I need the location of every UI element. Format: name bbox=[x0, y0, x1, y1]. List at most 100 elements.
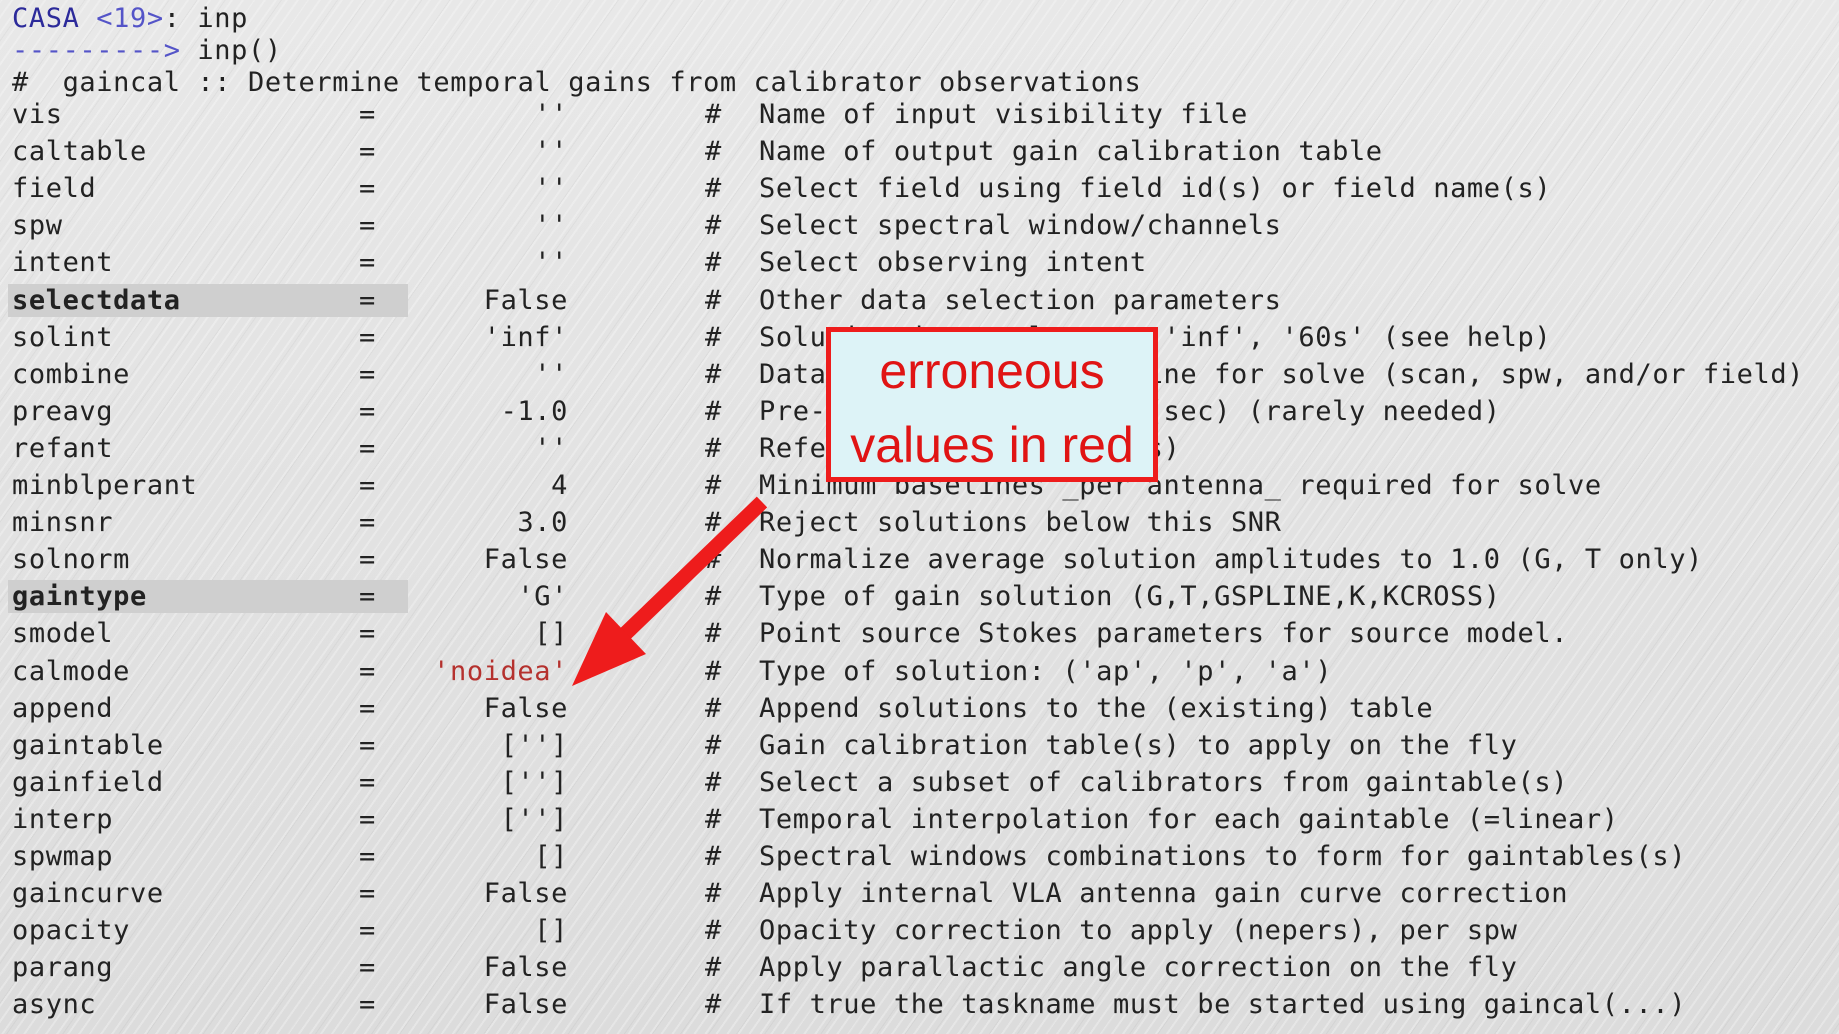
param-row-async: async = False # If true the taskname must be… bbox=[0, 986, 1839, 1023]
param-name: interp bbox=[12, 803, 114, 835]
param-value: False bbox=[483, 284, 568, 316]
param-row-vis: vis = '' # Name of input visibility file bbox=[0, 96, 1839, 133]
param-name: solint bbox=[12, 321, 114, 353]
equals-sign: = bbox=[359, 173, 376, 205]
param-row-interp: interp = [''] # Temporal interpolation for e… bbox=[0, 801, 1839, 838]
param-value: '' bbox=[534, 210, 568, 242]
prompt-count: <19> bbox=[96, 3, 164, 34]
param-row-spw: spw = '' # Select spectral window/channels bbox=[0, 207, 1839, 244]
param-comment: Name of input visibility file bbox=[759, 99, 1248, 130]
comment-hash: # bbox=[705, 432, 722, 464]
param-row-spwmap: spwmap = [] # Spectral windows combinations … bbox=[0, 838, 1839, 875]
comment-hash: # bbox=[705, 766, 722, 798]
param-value: '' bbox=[534, 99, 568, 130]
param-value: False bbox=[483, 692, 568, 724]
param-name: gaintable bbox=[12, 729, 164, 761]
param-value: 'inf' bbox=[483, 321, 568, 353]
param-value: 3.0 bbox=[517, 507, 568, 539]
param-name: caltable bbox=[12, 136, 147, 168]
param-comment: Type of gain solution (G,T,GSPLINE,K,KCR… bbox=[759, 581, 1501, 613]
param-row-smodel: smodel = [] # Point source Stokes parameters… bbox=[0, 615, 1839, 652]
equals-sign: = bbox=[359, 432, 376, 464]
comment-hash: # bbox=[705, 841, 722, 872]
equals-sign: = bbox=[359, 878, 376, 910]
comment-hash: # bbox=[705, 618, 722, 650]
equals-sign: = bbox=[359, 729, 376, 761]
equals-sign: = bbox=[359, 989, 376, 1021]
param-value: False bbox=[483, 544, 568, 576]
param-name: calmode bbox=[12, 655, 130, 687]
equals-sign: = bbox=[359, 210, 376, 242]
param-comment: Name of output gain calibration table bbox=[759, 136, 1383, 168]
param-value: -1.0 bbox=[500, 395, 568, 427]
comment-hash: # bbox=[705, 210, 722, 242]
equals-sign: = bbox=[359, 284, 376, 316]
param-row-append: append = False # Append solutions to the (ex… bbox=[0, 690, 1839, 727]
param-comment: Reject solutions below this SNR bbox=[759, 507, 1282, 539]
comment-hash: # bbox=[705, 470, 722, 501]
equals-sign: = bbox=[359, 395, 376, 427]
comment-hash: # bbox=[705, 878, 722, 910]
continuation-arrow: ---------> bbox=[12, 35, 181, 66]
param-row-gaintype: gaintype = 'G' # Type of gain solution (G,T,… bbox=[0, 578, 1839, 615]
param-value: [''] bbox=[500, 729, 568, 761]
param-name: minblperant bbox=[12, 470, 198, 501]
param-name: async bbox=[12, 989, 97, 1021]
param-name: field bbox=[12, 173, 97, 205]
equals-sign: = bbox=[359, 136, 376, 168]
param-row-minsnr: minsnr = 3.0 # Reject solutions below this S… bbox=[0, 504, 1839, 541]
comment-hash: # bbox=[705, 729, 722, 761]
param-name: gaincurve bbox=[12, 878, 164, 910]
comment-hash: # bbox=[705, 173, 722, 205]
param-comment: Append solutions to the (existing) table bbox=[759, 692, 1434, 724]
param-row-intent: intent = '' # Select observing intent bbox=[0, 244, 1839, 281]
param-row-selectdata: selectdata = False # Other data selection pa… bbox=[0, 282, 1839, 319]
param-comment: Select field using field id(s) or field … bbox=[759, 173, 1552, 205]
param-value: '' bbox=[534, 247, 568, 279]
param-value: 'G' bbox=[517, 581, 568, 613]
param-name: spw bbox=[12, 210, 63, 242]
equals-sign: = bbox=[359, 803, 376, 835]
param-name: append bbox=[12, 692, 114, 724]
param-name: gainfield bbox=[12, 766, 164, 798]
param-row-parang: parang = False # Apply parallactic angle cor… bbox=[0, 949, 1839, 986]
param-name: combine bbox=[12, 358, 130, 390]
terminal-window[interactable]: CASA <19>: inp ---------> inp() # gainca… bbox=[0, 0, 1839, 1034]
continuation-call: inp() bbox=[180, 35, 282, 66]
param-comment: Temporal interpolation for each gaintabl… bbox=[759, 803, 1619, 835]
callout-line-1: erroneous bbox=[879, 343, 1105, 399]
param-name: opacity bbox=[12, 915, 130, 947]
comment-hash: # bbox=[705, 692, 722, 724]
param-name: spwmap bbox=[12, 841, 114, 872]
param-value: [''] bbox=[500, 803, 568, 835]
comment-hash: # bbox=[705, 952, 722, 984]
param-name: vis bbox=[12, 99, 63, 130]
equals-sign: = bbox=[359, 655, 376, 687]
comment-hash: # bbox=[705, 136, 722, 168]
param-comment: Select spectral window/channels bbox=[759, 210, 1282, 242]
param-name: minsnr bbox=[12, 507, 114, 539]
comment-hash: # bbox=[705, 915, 722, 947]
param-name: parang bbox=[12, 952, 114, 984]
comment-hash: # bbox=[705, 581, 722, 613]
equals-sign: = bbox=[359, 618, 376, 650]
param-name: selectdata bbox=[12, 284, 181, 316]
comment-hash: # bbox=[705, 507, 722, 539]
param-row-gainfield: gainfield = [''] # Select a subset of calibr… bbox=[0, 764, 1839, 801]
param-value: 'noidea' bbox=[433, 655, 568, 687]
param-row-solnorm: solnorm = False # Normalize average solution… bbox=[0, 541, 1839, 578]
equals-sign: = bbox=[359, 358, 376, 390]
param-comment: If true the taskname must be started usi… bbox=[759, 989, 1687, 1021]
param-name: smodel bbox=[12, 618, 114, 650]
param-row-opacity: opacity = [] # Opacity correction to apply (… bbox=[0, 912, 1839, 949]
equals-sign: = bbox=[359, 766, 376, 798]
param-value: False bbox=[483, 989, 568, 1021]
param-value: '' bbox=[534, 358, 568, 390]
comment-hash: # bbox=[705, 247, 722, 279]
param-comment: Opacity correction to apply (nepers), pe… bbox=[759, 915, 1518, 947]
equals-sign: = bbox=[359, 507, 376, 539]
param-comment: Other data selection parameters bbox=[759, 284, 1282, 316]
param-value: 4 bbox=[551, 470, 568, 501]
param-row-calmode: calmode = 'noidea' # Type of solution: ('ap'… bbox=[0, 653, 1839, 690]
comment-hash: # bbox=[705, 321, 722, 353]
